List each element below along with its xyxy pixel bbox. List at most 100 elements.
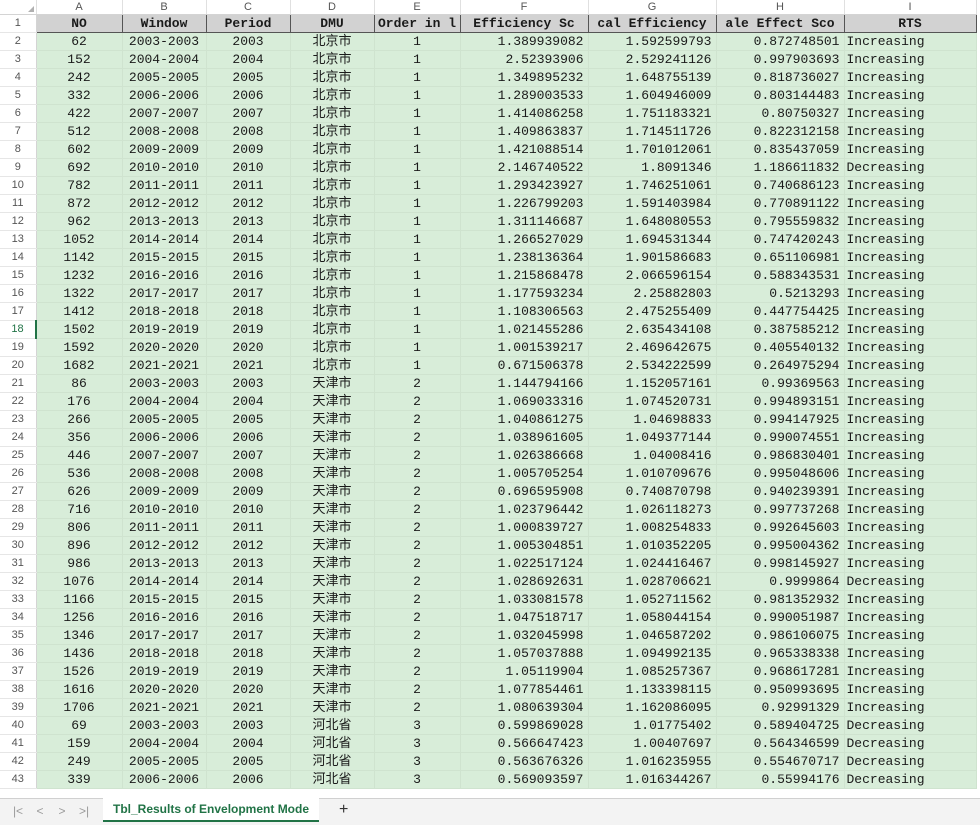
cell-efficiency-score[interactable]: 1.215868478	[460, 266, 589, 285]
cell-order[interactable]: 1	[374, 158, 461, 177]
cell-rts[interactable]: Increasing	[844, 536, 977, 555]
cell-scale-effect[interactable]: 0.795559832	[716, 212, 845, 231]
cell-efficiency-score[interactable]: 1.001539217	[460, 338, 589, 357]
row-number[interactable]: 25	[0, 446, 37, 465]
row-number[interactable]: 27	[0, 482, 37, 501]
cell-window[interactable]: 2017-2017	[122, 284, 207, 303]
cell-no[interactable]: 1412	[36, 302, 123, 321]
cell-order[interactable]: 1	[374, 86, 461, 105]
row-number[interactable]: 1	[0, 14, 37, 33]
cell-window[interactable]: 2018-2018	[122, 644, 207, 663]
cell-no[interactable]: 782	[36, 176, 123, 195]
cell-period[interactable]: 2007	[206, 104, 291, 123]
cell-period[interactable]: 2016	[206, 266, 291, 285]
cell-order[interactable]: 1	[374, 356, 461, 375]
cell-efficiency-score[interactable]: 1.238136364	[460, 248, 589, 267]
cell-technical-efficiency[interactable]: 1.052711562	[588, 590, 717, 609]
cell-scale-effect[interactable]: 0.986830401	[716, 446, 845, 465]
cell-no[interactable]: 536	[36, 464, 123, 483]
cell-efficiency-score[interactable]: 1.021455286	[460, 320, 589, 339]
cell-order[interactable]: 1	[374, 104, 461, 123]
cell-order[interactable]: 2	[374, 482, 461, 501]
cell-efficiency-score[interactable]: 1.349895232	[460, 68, 589, 87]
cell-period[interactable]: 2008	[206, 122, 291, 141]
cell-scale-effect[interactable]: 0.803144483	[716, 86, 845, 105]
cell-dmu[interactable]: 天津市	[290, 374, 375, 393]
cell-rts[interactable]: Decreasing	[844, 572, 977, 591]
cell-dmu[interactable]: 天津市	[290, 500, 375, 519]
cell-efficiency-score[interactable]: 1.226799203	[460, 194, 589, 213]
cell-rts[interactable]: Increasing	[844, 68, 977, 87]
cell-order[interactable]: 1	[374, 248, 461, 267]
cell-period[interactable]: 2018	[206, 302, 291, 321]
cell-dmu[interactable]: 天津市	[290, 680, 375, 699]
cell-efficiency-score[interactable]: 1.05119904	[460, 662, 589, 681]
cell-rts[interactable]: Increasing	[844, 608, 977, 627]
cell-dmu[interactable]: 北京市	[290, 122, 375, 141]
cell-efficiency-score[interactable]: 1.005304851	[460, 536, 589, 555]
cell-rts[interactable]: Increasing	[844, 482, 977, 501]
cell-order[interactable]: 2	[374, 680, 461, 699]
cell-order[interactable]: 1	[374, 68, 461, 87]
cell-no[interactable]: 962	[36, 212, 123, 231]
cell-window[interactable]: 2004-2004	[122, 392, 207, 411]
header-technical-efficiency[interactable]: cal Efficiency	[588, 14, 717, 33]
row-number[interactable]: 37	[0, 662, 37, 681]
cell-rts[interactable]: Increasing	[844, 140, 977, 159]
cell-scale-effect[interactable]: 0.990051987	[716, 608, 845, 627]
cell-dmu[interactable]: 北京市	[290, 86, 375, 105]
cell-efficiency-score[interactable]: 1.033081578	[460, 590, 589, 609]
cell-dmu[interactable]: 北京市	[290, 32, 375, 51]
cell-efficiency-score[interactable]: 1.266527029	[460, 230, 589, 249]
cell-order[interactable]: 2	[374, 446, 461, 465]
row-number[interactable]: 6	[0, 104, 37, 123]
cell-order[interactable]: 2	[374, 536, 461, 555]
cell-period[interactable]: 2004	[206, 392, 291, 411]
cell-window[interactable]: 2013-2013	[122, 212, 207, 231]
row-number[interactable]: 32	[0, 572, 37, 591]
cell-order[interactable]: 1	[374, 32, 461, 51]
cell-period[interactable]: 2020	[206, 338, 291, 357]
row-number[interactable]: 14	[0, 248, 37, 267]
prev-sheet-button[interactable]: <	[32, 803, 48, 819]
cell-dmu[interactable]: 北京市	[290, 140, 375, 159]
row-number[interactable]: 15	[0, 266, 37, 285]
cell-order[interactable]: 2	[374, 590, 461, 609]
cell-window[interactable]: 2007-2007	[122, 104, 207, 123]
cell-order[interactable]: 2	[374, 392, 461, 411]
first-sheet-button[interactable]: |<	[10, 803, 26, 819]
row-number[interactable]: 21	[0, 374, 37, 393]
cell-rts[interactable]: Increasing	[844, 644, 977, 663]
row-number[interactable]: 39	[0, 698, 37, 717]
row-number[interactable]: 11	[0, 194, 37, 213]
cell-rts[interactable]: Increasing	[844, 302, 977, 321]
cell-no[interactable]: 249	[36, 752, 123, 771]
cell-window[interactable]: 2010-2010	[122, 158, 207, 177]
cell-window[interactable]: 2008-2008	[122, 464, 207, 483]
cell-order[interactable]: 2	[374, 644, 461, 663]
cell-order[interactable]: 1	[374, 122, 461, 141]
cell-dmu[interactable]: 天津市	[290, 626, 375, 645]
cell-scale-effect[interactable]: 0.92991329	[716, 698, 845, 717]
cell-window[interactable]: 2021-2021	[122, 698, 207, 717]
cell-technical-efficiency[interactable]: 1.751183321	[588, 104, 717, 123]
cell-scale-effect[interactable]: 0.981352932	[716, 590, 845, 609]
header-period[interactable]: Period	[206, 14, 291, 33]
cell-dmu[interactable]: 北京市	[290, 320, 375, 339]
cell-dmu[interactable]: 北京市	[290, 230, 375, 249]
row-number[interactable]: 40	[0, 716, 37, 735]
cell-no[interactable]: 339	[36, 770, 123, 789]
cell-no[interactable]: 626	[36, 482, 123, 501]
cell-technical-efficiency[interactable]: 1.591403984	[588, 194, 717, 213]
cell-period[interactable]: 2010	[206, 158, 291, 177]
cell-period[interactable]: 2012	[206, 194, 291, 213]
cell-dmu[interactable]: 北京市	[290, 158, 375, 177]
row-number[interactable]: 22	[0, 392, 37, 411]
row-number[interactable]: 31	[0, 554, 37, 573]
cell-rts[interactable]: Decreasing	[844, 734, 977, 753]
cell-dmu[interactable]: 天津市	[290, 482, 375, 501]
cell-period[interactable]: 2004	[206, 734, 291, 753]
row-number[interactable]: 23	[0, 410, 37, 429]
cell-window[interactable]: 2006-2006	[122, 770, 207, 789]
cell-dmu[interactable]: 天津市	[290, 392, 375, 411]
